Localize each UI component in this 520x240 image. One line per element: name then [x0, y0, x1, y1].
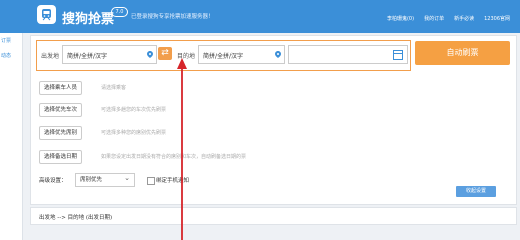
to-station-placeholder: 简拼/全拼/汉字: [203, 53, 244, 60]
app-logo: [37, 5, 56, 24]
app-title: 搜狗抢票: [62, 12, 115, 27]
left-panel: 订票 动态: [0, 33, 23, 240]
annotation-arrow: [177, 58, 187, 240]
advanced-settings-label: 高级设置：: [39, 178, 67, 184]
phone-notify-checkbox[interactable]: [147, 177, 155, 185]
left-tab-status[interactable]: 动态: [0, 48, 22, 63]
header-bar: 搜狗抢票 7.0 已登录搜狗专享抢票加速服务器！ 李柏珊鬼(0) 我的订单 新手…: [0, 0, 520, 33]
calendar-icon[interactable]: [393, 50, 403, 60]
select-seats-button[interactable]: 选择优先席别: [39, 126, 83, 140]
left-tab-book[interactable]: 订票: [0, 33, 22, 48]
select-alt-dates-button[interactable]: 选择备选日期: [39, 150, 83, 164]
alt-dates-hint: 如果您设定出发日期没有符合的席别和车次，自动刷备选日期的票: [101, 154, 247, 160]
select-trains-button[interactable]: 选择优先车次: [39, 103, 83, 117]
auto-refresh-button[interactable]: 自动刷票: [415, 41, 510, 65]
route-summary-bar: 出发地 --> 目的地 (出发日期): [30, 207, 517, 225]
user-account-link[interactable]: 李柏珊鬼(0): [387, 15, 414, 22]
search-panel: 出发地 简拼/全拼/汉字 ⇄ 目的地 简拼/全拼/汉字 自动刷票 选择乘车人员 …: [30, 35, 517, 205]
collapse-settings-button[interactable]: 收起设置: [456, 186, 496, 197]
train-icon: [42, 9, 51, 21]
from-station-input[interactable]: 简拼/全拼/汉字: [62, 45, 157, 64]
from-station-placeholder: 简拼/全拼/汉字: [67, 53, 108, 60]
beginner-guide-link[interactable]: 新手必读: [454, 15, 474, 22]
seats-hint: 可选择多种您的席别优先刷票: [101, 130, 167, 136]
my-orders-link[interactable]: 我的订单: [424, 15, 444, 22]
official-site-link[interactable]: 12306官网: [484, 15, 510, 22]
collapse-settings-label: 收起设置: [465, 188, 486, 194]
login-slogan: 已登录搜狗专享抢票加速服务器！: [131, 14, 214, 20]
date-input[interactable]: [288, 45, 408, 64]
swap-stations-button[interactable]: ⇄: [158, 47, 172, 60]
route-form: 出发地 简拼/全拼/汉字 ⇄ 目的地 简拼/全拼/汉字: [36, 40, 411, 71]
from-label: 出发地: [41, 53, 60, 60]
priority-select[interactable]: 席别优先: [75, 172, 135, 187]
passengers-hint: 请选择乘客: [101, 85, 127, 91]
location-pin-icon: [275, 51, 281, 58]
route-summary-text: 出发地 --> 目的地 (出发日期): [39, 215, 113, 221]
select-passengers-button[interactable]: 选择乘车人员: [39, 81, 83, 95]
version-badge: 7.0: [111, 7, 128, 17]
trains-hint: 可选择多趟您的车次优先刷票: [101, 107, 167, 113]
top-links: 李柏珊鬼(0) 我的订单 新手必读 12306官网: [387, 15, 510, 22]
to-station-input[interactable]: 简拼/全拼/汉字: [198, 45, 285, 64]
location-pin-icon: [147, 51, 153, 58]
